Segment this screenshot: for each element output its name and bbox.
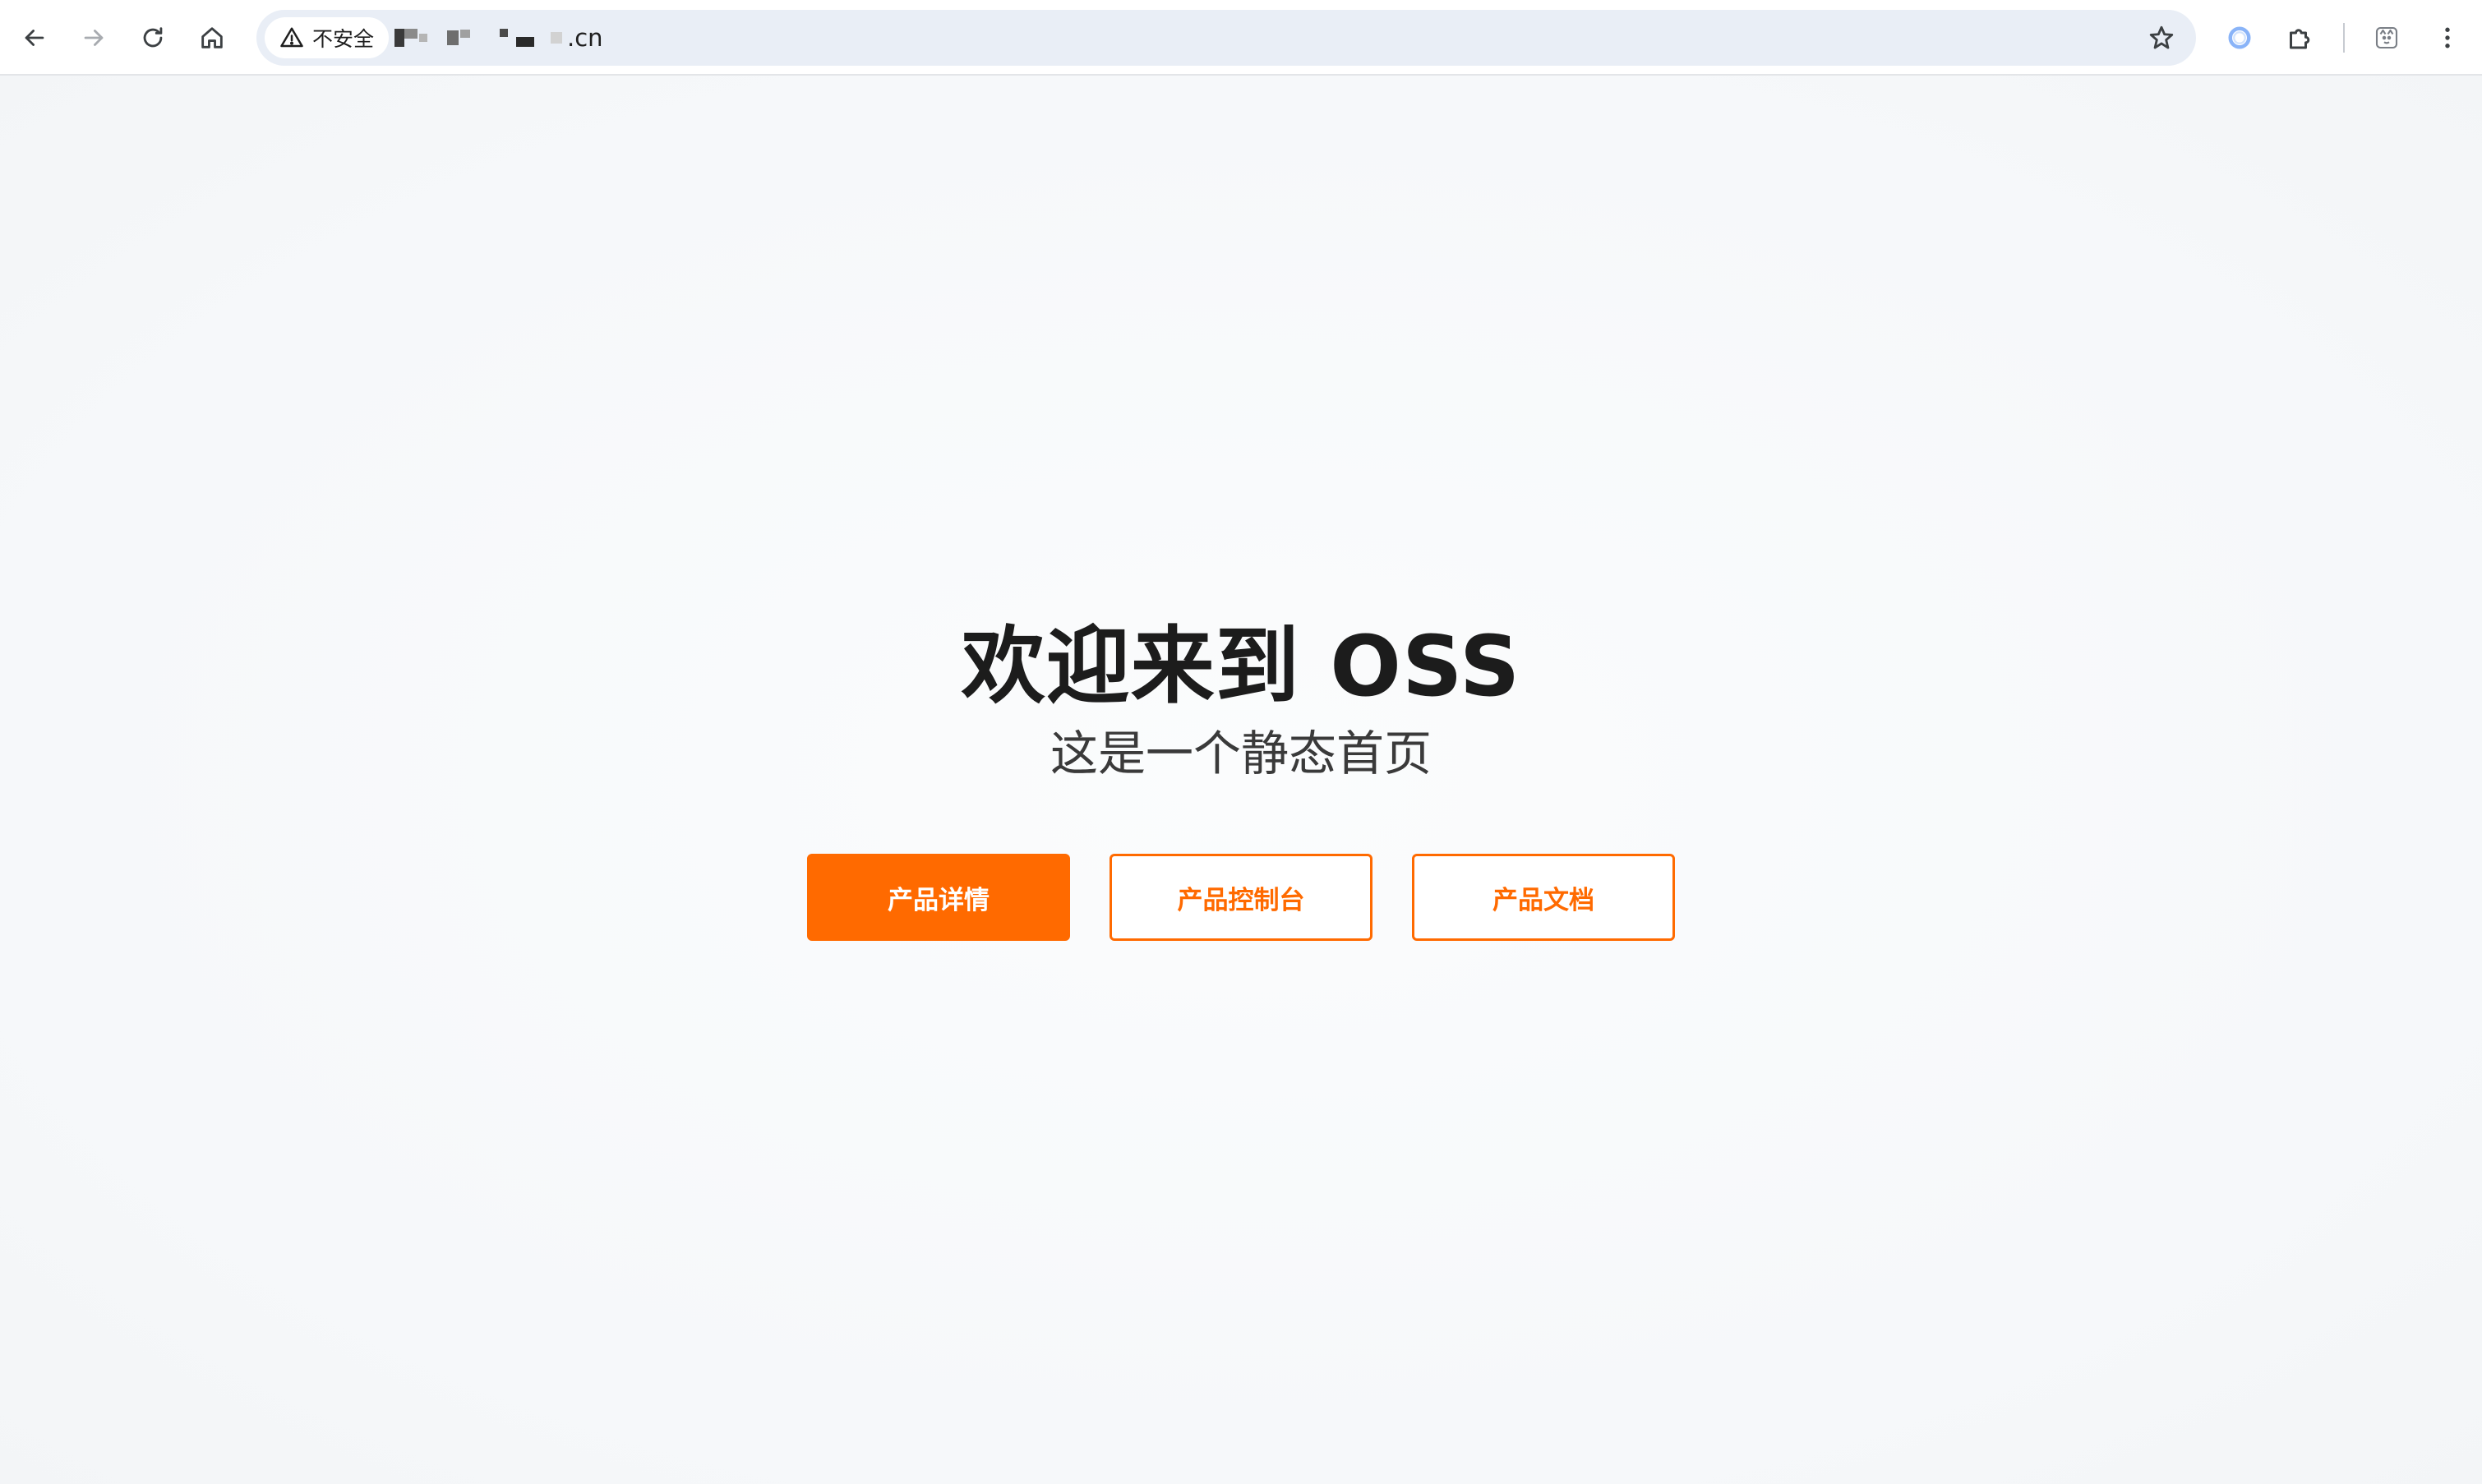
security-label: 不安全: [312, 27, 375, 51]
toolbar-divider: [2343, 23, 2345, 53]
url-text[interactable]: .cn: [386, 10, 603, 66]
hero-section: 欢迎来到 OSS 这是一个静态首页: [0, 618, 2482, 790]
browser-toolbar: 不安全 .cn: [0, 0, 2482, 76]
warning-triangle-icon: [280, 27, 303, 48]
security-indicator[interactable]: 不安全: [265, 17, 390, 58]
back-button[interactable]: [12, 15, 58, 61]
action-button-row: 产品详情 产品控制台 产品文档: [807, 854, 1675, 941]
browser-menu-button[interactable]: [2424, 15, 2470, 61]
page-subtitle: 这是一个静态首页: [1050, 726, 1432, 781]
home-button[interactable]: [189, 15, 235, 61]
extension-ring-icon: [2228, 26, 2251, 49]
kebab-menu-icon: [2445, 27, 2450, 48]
bookmark-button[interactable]: [2145, 21, 2178, 54]
forward-arrow-icon: [84, 30, 104, 46]
back-arrow-icon: [25, 30, 44, 46]
forward-button[interactable]: [71, 15, 117, 61]
extension-ring-button[interactable]: [2217, 15, 2263, 61]
page-viewport: 欢迎来到 OSS 这是一个静态首页 产品详情 产品控制台 产品文档: [0, 76, 2482, 1484]
reload-button[interactable]: [130, 15, 176, 61]
product-console-button[interactable]: 产品控制台: [1110, 854, 1372, 941]
address-bar[interactable]: 不安全 .cn: [256, 10, 2196, 66]
url-redacted-blocks: [394, 29, 562, 47]
url-domain-suffix: .cn: [567, 24, 603, 52]
bookmark-star-icon: [2149, 25, 2174, 49]
extensions-button[interactable]: [2277, 15, 2323, 61]
home-icon: [201, 27, 223, 48]
profile-avatar-icon: [2375, 26, 2398, 49]
product-docs-button[interactable]: 产品文档: [1412, 854, 1675, 941]
page-title: 欢迎来到 OSS: [961, 618, 1521, 716]
puzzle-piece-icon: [2290, 29, 2310, 49]
reload-icon: [143, 27, 163, 48]
product-details-button[interactable]: 产品详情: [807, 854, 1070, 941]
profile-button[interactable]: [2364, 15, 2410, 61]
